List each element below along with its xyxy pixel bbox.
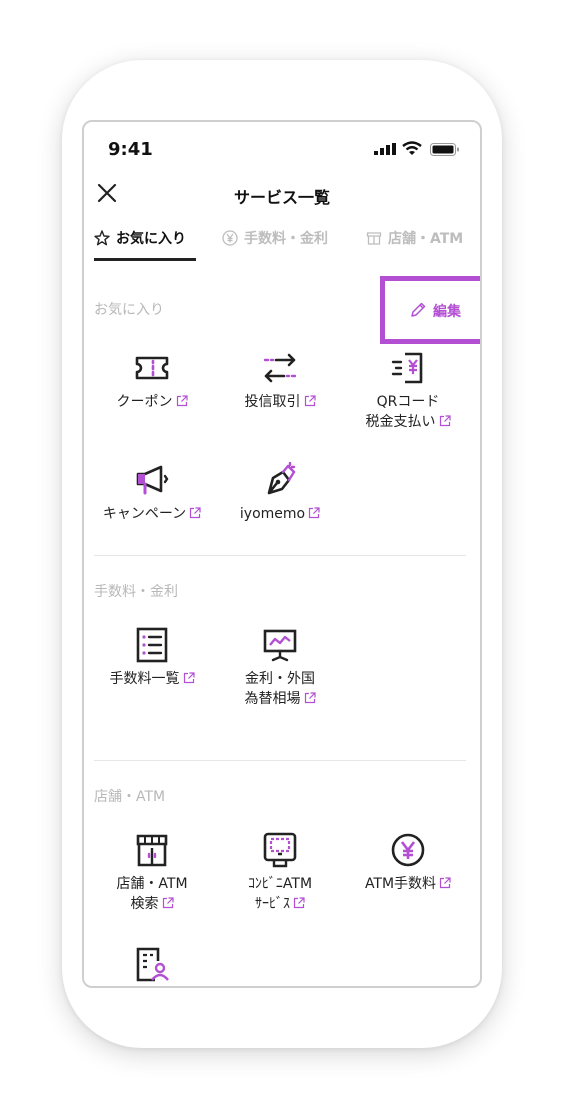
- status-time: 9:41: [108, 139, 153, 160]
- header: サービス一覧: [84, 174, 480, 218]
- external-link-icon: [183, 672, 195, 684]
- list-document-icon: [136, 627, 168, 663]
- service-item-investment-trust[interactable]: 投信取引: [216, 350, 344, 412]
- qr-tax-payment-icon: [391, 352, 423, 384]
- battery-icon: [430, 143, 459, 156]
- section-divider: [94, 760, 466, 761]
- edit-button[interactable]: 編集: [380, 276, 480, 344]
- service-item-convenience-atm[interactable]: ｺﾝﾋﾞﾆATM ｻｰﾋﾞｽ: [216, 832, 344, 914]
- service-item-campaign[interactable]: キャンペーン: [88, 462, 216, 524]
- external-link-icon: [308, 507, 320, 519]
- external-link-icon: [439, 415, 451, 427]
- status-bar: 9:41: [84, 122, 480, 174]
- page-title: サービス一覧: [233, 188, 330, 207]
- convenience-atm-line1: ｺﾝﾋﾞﾆATM: [247, 876, 313, 892]
- external-link-icon: [162, 897, 174, 909]
- store-search-line1: 店舗・ATM: [116, 876, 188, 892]
- qr-label-line1: QRコード: [376, 394, 440, 410]
- service-item-qr-tax-payment[interactable]: QRコード税金支払い: [344, 350, 472, 432]
- atm-machine-icon: [263, 832, 297, 868]
- building-person-icon: [136, 947, 169, 982]
- service-item-fee-list[interactable]: 手数料一覧: [88, 627, 216, 689]
- section-title-stores: 店舗・ATM: [94, 789, 166, 805]
- section-title-favorites: お気に入り: [94, 302, 164, 318]
- service-item-interest-forex[interactable]: 金利・外国 為替相場: [216, 627, 344, 709]
- exchange-arrows-icon: [263, 353, 297, 383]
- yen-circle-icon: [391, 833, 425, 867]
- coupon-label: クーポン: [116, 394, 173, 410]
- convenience-atm-line2: ｻｰﾋﾞｽ: [255, 896, 290, 912]
- service-item-iyomemo[interactable]: iyomemo: [216, 462, 344, 524]
- wifi-icon: [402, 141, 422, 155]
- phone-screen: 9:41 サービス一覧 お気に入り 手数料・金利 店舗・ATM お気に入り 編集…: [82, 120, 482, 988]
- edit-label: 編集: [433, 304, 461, 320]
- signal-icon: [374, 143, 396, 155]
- tab-bar: お気に入り 手数料・金利 店舗・ATM: [84, 220, 480, 262]
- investment-trust-label: 投信取引: [244, 394, 301, 410]
- tab-fees-label: 手数料・金利: [244, 231, 328, 247]
- service-item-store-search[interactable]: 店舗・ATM 検索: [88, 832, 216, 914]
- store-icon: [366, 232, 382, 245]
- chart-board-icon: [263, 629, 297, 662]
- external-link-icon: [304, 395, 316, 407]
- interest-forex-line1: 金利・外国: [245, 671, 315, 687]
- iyomemo-label: iyomemo: [239, 506, 306, 522]
- active-tab-indicator: [94, 258, 196, 261]
- interest-forex-line2: 為替相場: [244, 691, 301, 707]
- external-link-icon: [439, 877, 451, 889]
- external-link-icon: [293, 897, 305, 909]
- pen-nib-icon: [267, 462, 296, 495]
- section-title-fees: 手数料・金利: [94, 584, 178, 600]
- tab-favorites-label: お気に入り: [116, 231, 186, 247]
- star-icon: [94, 230, 110, 246]
- external-link-icon: [304, 692, 316, 704]
- fee-list-label: 手数料一覧: [109, 671, 180, 687]
- qr-label-line2: 税金支払い: [365, 414, 436, 430]
- campaign-label: キャンペーン: [102, 506, 187, 522]
- service-item-coupon[interactable]: クーポン: [88, 350, 216, 412]
- tab-stores[interactable]: 店舗・ATM: [366, 228, 463, 248]
- tab-stores-label: 店舗・ATM: [388, 231, 464, 247]
- yen-icon: [222, 230, 238, 246]
- atm-fees-label: ATM手数料: [364, 876, 437, 892]
- section-divider: [94, 555, 466, 556]
- tab-fees[interactable]: 手数料・金利: [222, 228, 328, 248]
- megaphone-icon: [136, 465, 169, 495]
- pencil-icon: [411, 302, 426, 317]
- tab-favorites[interactable]: お気に入り: [94, 228, 186, 248]
- external-link-icon: [190, 507, 201, 519]
- coupon-icon: [135, 356, 169, 380]
- store-search-line2: 検索: [130, 896, 159, 912]
- external-link-icon: [176, 395, 188, 407]
- service-item-building[interactable]: [88, 946, 216, 982]
- service-item-atm-fees[interactable]: ATM手数料: [344, 832, 472, 894]
- store-icon: [136, 834, 168, 867]
